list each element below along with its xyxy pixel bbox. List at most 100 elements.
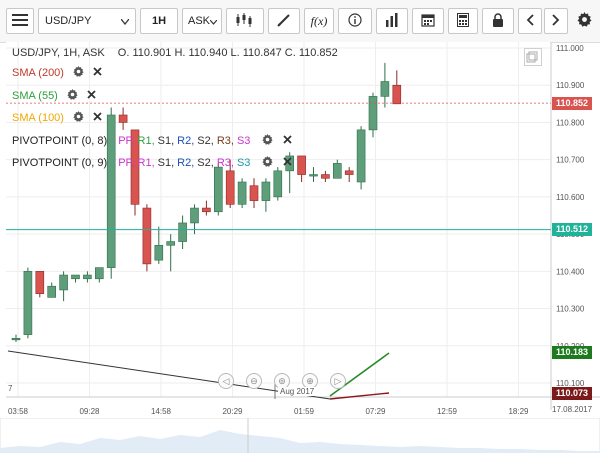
- indicator-sma-200[interactable]: SMA (200): [12, 66, 102, 80]
- toolbar: USD/JPY 1H ASK f(x): [0, 0, 600, 43]
- pivot-level-label: S2,: [197, 156, 214, 169]
- chevron-left-icon: ◁: [222, 376, 230, 386]
- symbol-select[interactable]: USD/JPY: [38, 8, 136, 34]
- pivot-level-label: PP,: [118, 156, 135, 169]
- scroll-right-button[interactable]: [544, 8, 568, 34]
- gear-icon[interactable]: [73, 66, 84, 80]
- gear-icon[interactable]: [73, 111, 84, 125]
- chevron-down-icon: [209, 14, 218, 28]
- lock-button[interactable]: [482, 8, 514, 34]
- price-marker: 110.073: [552, 386, 592, 400]
- price-tick-label: 110.400: [556, 267, 585, 276]
- candle-body: [214, 166, 223, 213]
- candle-body: [249, 185, 259, 201]
- close-icon[interactable]: [93, 112, 102, 124]
- candle-body: [392, 84, 402, 105]
- indicator-sma-55[interactable]: SMA (55): [12, 89, 96, 103]
- gear-icon[interactable]: [67, 89, 78, 103]
- time-tick-label: 09:28: [79, 407, 100, 416]
- chevron-right-icon: ▷: [334, 376, 342, 386]
- candle-body: [273, 170, 283, 198]
- indicator-label: PIVOTPOINT (0, 8): [12, 134, 108, 147]
- price-marker: 110.183: [552, 345, 592, 359]
- popout-button[interactable]: [524, 48, 542, 66]
- calendar-button[interactable]: [412, 8, 444, 34]
- candle-body: [35, 271, 45, 294]
- price-tick-label: 110.900: [556, 81, 585, 90]
- pivot-level-label: R1,: [137, 156, 155, 169]
- chevron-left-icon: [526, 13, 534, 29]
- calendar-icon: [421, 13, 435, 30]
- close-icon[interactable]: [282, 157, 292, 169]
- ohlc-values: O. 110.901 H. 110.940 L. 110.847 C. 110.…: [117, 47, 338, 59]
- symbol-label: USD/JPY: [45, 15, 92, 27]
- navigator-overview[interactable]: [0, 418, 600, 453]
- draw-icon: [277, 13, 291, 30]
- indicators-button[interactable]: f(x): [304, 8, 334, 34]
- close-icon[interactable]: [282, 135, 292, 147]
- indicator-pivot-9[interactable]: PIVOTPOINT (0, 9) PP, R1, S1, R2, S2, R3, S3: [12, 156, 292, 170]
- nav-back-button[interactable]: ◁: [218, 373, 234, 389]
- settings-icon: [576, 12, 592, 30]
- candle-body: [59, 274, 68, 291]
- scroll-left-button[interactable]: [518, 8, 542, 34]
- candle-body: [225, 170, 235, 205]
- indicator-label: PIVOTPOINT (0, 9): [12, 156, 108, 169]
- pivot-level-label: R3,: [216, 156, 234, 169]
- menu-button[interactable]: [6, 8, 34, 34]
- candle-body: [309, 174, 318, 177]
- indicator-sma-100[interactable]: SMA (100): [12, 111, 102, 125]
- close-icon[interactable]: [87, 90, 96, 102]
- candle-body: [321, 174, 330, 179]
- info-button[interactable]: [338, 8, 372, 34]
- pivot-level-label: S3: [236, 134, 251, 147]
- candle-body: [71, 274, 80, 280]
- draw-button[interactable]: [268, 8, 300, 34]
- candle-body: [154, 244, 164, 261]
- gear-icon[interactable]: [262, 134, 274, 148]
- candle-body: [344, 170, 354, 175]
- close-icon[interactable]: [93, 67, 102, 79]
- pivot-levels: PP, R1, S1, R2, S2, R3, S3: [118, 135, 253, 147]
- info-icon: [348, 12, 362, 30]
- pivot-level-label: S3: [236, 156, 251, 169]
- settings-button[interactable]: [572, 8, 596, 34]
- nav-forward-button[interactable]: ▷: [330, 373, 346, 389]
- function-icon: f(x): [310, 13, 328, 28]
- candle-body: [380, 81, 390, 97]
- instrument-info: USD/JPY, 1H, ASK: [12, 47, 105, 59]
- nav-date-label: Aug 2017: [280, 387, 315, 396]
- time-tick-label: 03:58: [8, 407, 29, 416]
- pivot-level-label: S1,: [157, 134, 175, 147]
- pivot-levels: PP, R1, S1, R2, S2, R3, S3: [118, 157, 253, 169]
- timeframe-select[interactable]: 1H: [140, 8, 178, 34]
- reset-icon: ⊚: [278, 376, 286, 386]
- candle-body: [118, 114, 128, 123]
- side-select[interactable]: ASK: [182, 8, 222, 34]
- time-tick-label: 01:59: [294, 407, 315, 416]
- indicator-pivot-8[interactable]: PIVOTPOINT (0, 8) PP, R1, S1, R2, S2, R3, S3: [12, 134, 292, 148]
- pivot-level-label: R2,: [177, 134, 195, 147]
- edge-label: 7: [8, 384, 13, 393]
- gear-icon[interactable]: [262, 156, 274, 170]
- price-tick-label: 110.800: [556, 118, 585, 127]
- chevron-down-icon: [120, 14, 130, 28]
- chart-type-button[interactable]: [226, 8, 264, 34]
- menu-icon: [12, 13, 28, 29]
- zoom-out-icon: ⊖: [250, 376, 258, 386]
- candle-body: [83, 274, 92, 280]
- candle-body: [237, 181, 247, 205]
- indicator-label: SMA (100): [12, 111, 64, 124]
- pivot-level-label: R1,: [137, 134, 155, 147]
- pivot-level-label: PP,: [118, 134, 135, 147]
- current-date-label: 17.08.2017: [552, 405, 593, 414]
- zoom-out-button[interactable]: ⊖: [246, 373, 262, 389]
- price-tick-label: 110.300: [556, 305, 585, 314]
- price-tick-label: 110.600: [556, 193, 585, 202]
- candle-body: [11, 338, 21, 341]
- pivot-level-label: S2,: [197, 134, 214, 147]
- time-tick-label: 12:59: [437, 407, 458, 416]
- calculator-button[interactable]: [448, 8, 478, 34]
- volume-button[interactable]: [376, 8, 408, 34]
- time-tick-label: 20:29: [222, 407, 243, 416]
